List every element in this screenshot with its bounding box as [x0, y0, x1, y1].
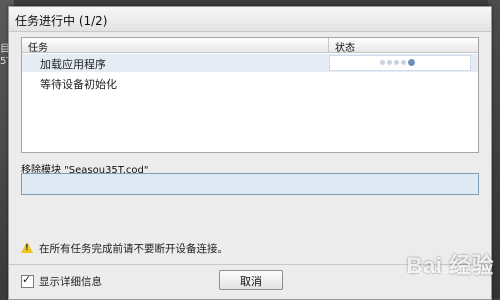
- task-status-cell: [329, 55, 471, 71]
- table-row[interactable]: 加载应用程序: [22, 54, 478, 72]
- busy-indicator-icon: [380, 59, 420, 67]
- dialog-titlebar[interactable]: 任务进行中 (1/2): [9, 7, 491, 32]
- cancel-button[interactable]: 取消: [219, 270, 283, 290]
- column-header-task[interactable]: 任务: [28, 39, 48, 54]
- task-table-header: 任务 状态: [22, 38, 478, 54]
- watermark: Bai 经验 jingyan.baidu.com: [407, 248, 494, 280]
- task-label: 加载应用程序: [40, 58, 106, 71]
- table-row[interactable]: 等待设备初始化: [22, 74, 478, 92]
- watermark-url: jingyan.baidu.com: [406, 266, 490, 276]
- task-label: 等待设备初始化: [40, 78, 117, 91]
- show-details-label[interactable]: 显示详细信息: [39, 274, 102, 289]
- warning-icon: [21, 242, 33, 253]
- warning-text: 在所有任务完成前请不要断开设备连接。: [39, 243, 228, 255]
- column-header-status[interactable]: 状态: [335, 39, 355, 54]
- dialog-title: 任务进行中 (1/2): [15, 14, 108, 28]
- column-separator[interactable]: [328, 38, 329, 52]
- task-table[interactable]: 任务 状态 加载应用程序 等待设备初始化: [21, 37, 479, 153]
- show-details-checkbox[interactable]: [21, 273, 34, 288]
- module-progress-bar: [21, 173, 479, 195]
